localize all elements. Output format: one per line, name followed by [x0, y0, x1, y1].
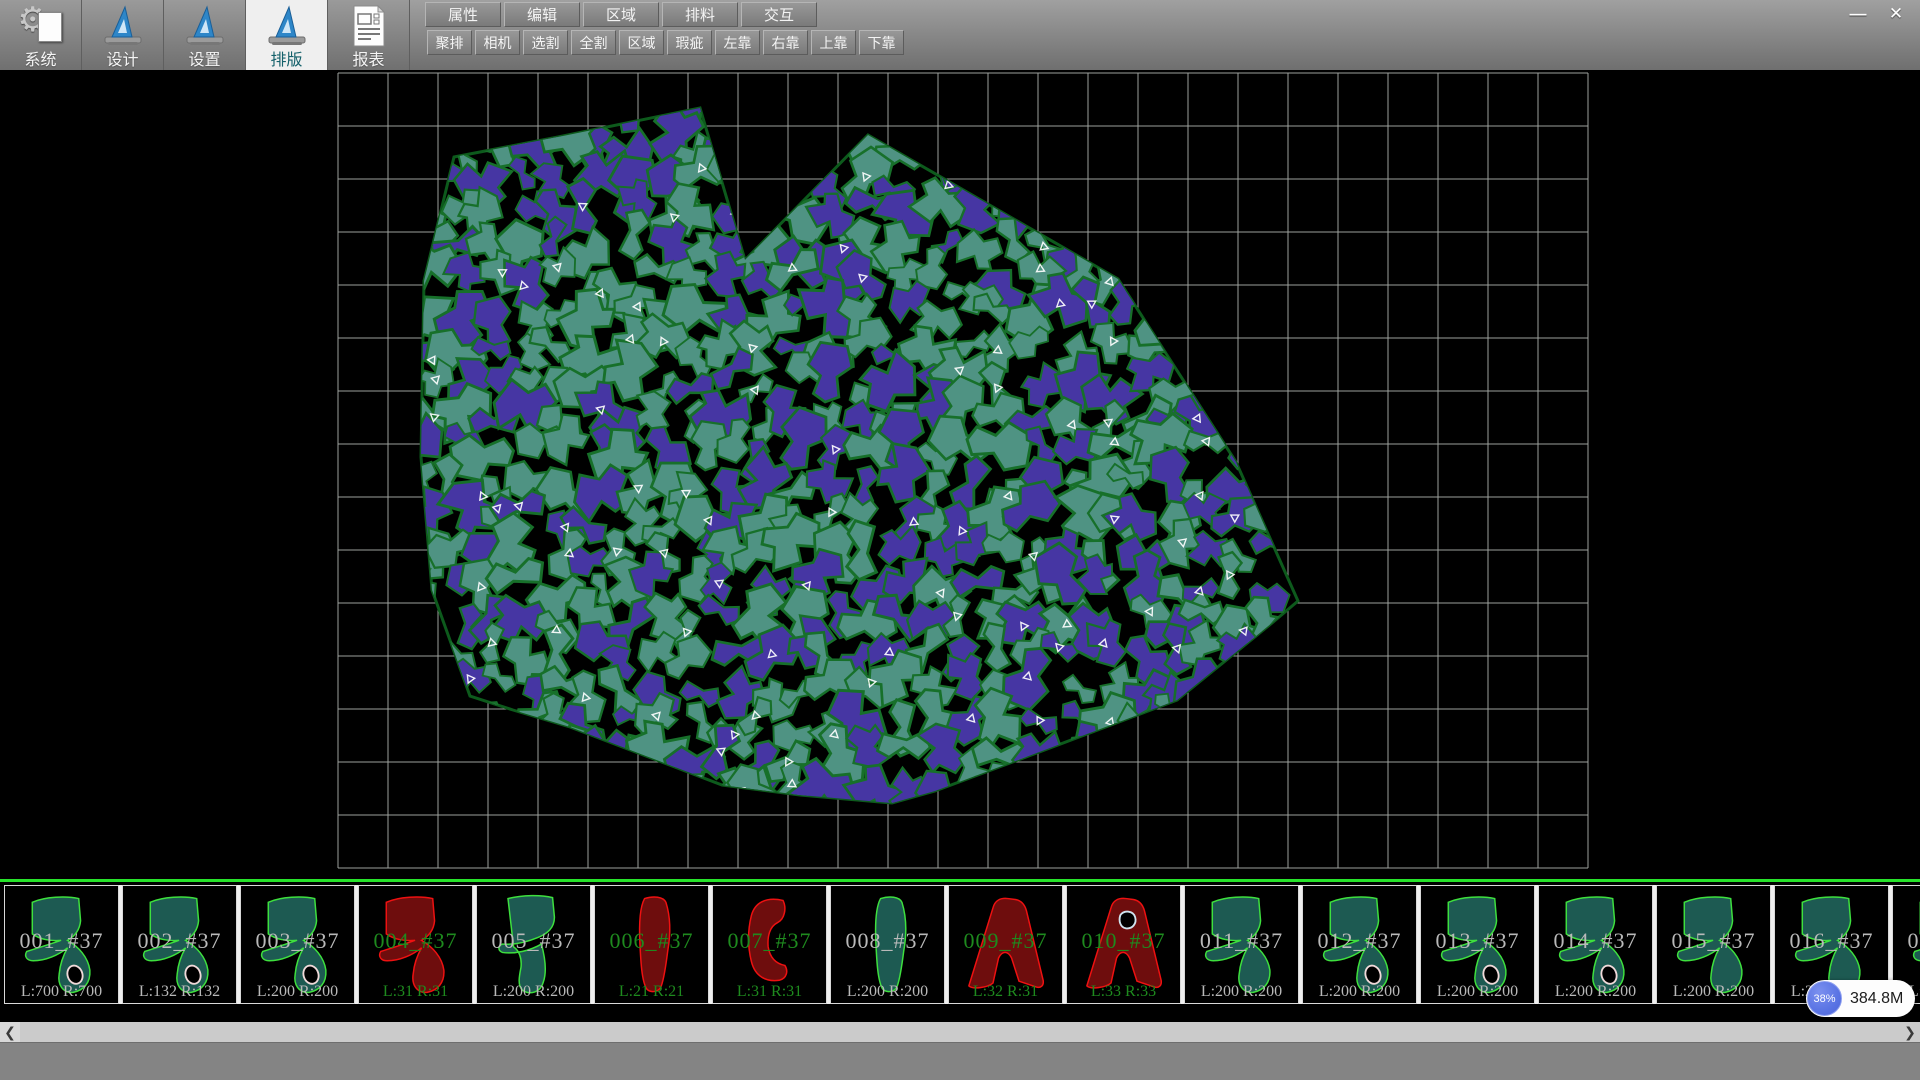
tab-label: 排版: [246, 46, 327, 70]
menu-button-menu_row2-7[interactable]: 右靠: [763, 30, 808, 55]
piece-lr-count: L:33 R:33: [1067, 983, 1180, 1001]
scroll-left-arrow-icon[interactable]: ❮: [0, 1022, 20, 1042]
piece-lr-count: L:200 R:200: [1303, 983, 1416, 1001]
menu-button-menu_row1-3[interactable]: 排料: [662, 2, 738, 27]
menu-button-menu_row1-2[interactable]: 区域: [583, 2, 659, 27]
piece-lr-count: L:700 R:700: [5, 983, 118, 1001]
piece-id-label: 013_#37: [1421, 928, 1534, 954]
piece-tile-012_#37[interactable]: 012_#37 L:200 R:200: [1302, 885, 1417, 1004]
piece-id-label: 003_#37: [241, 928, 354, 954]
piece-lr-count: L:200 R:200: [1421, 983, 1534, 1001]
progress-percent-badge: 38%: [1807, 981, 1842, 1016]
tab-label: 系统: [0, 46, 81, 70]
menu-button-menu_row2-2[interactable]: 选割: [523, 30, 568, 55]
piece-lr-count: L:200 R:200: [241, 983, 354, 1001]
close-button[interactable]: ✕: [1880, 2, 1912, 26]
tab-settings[interactable]: 设置: [164, 0, 246, 70]
piece-tile-row: 001_#37L:700 R:700002_#37L:132 R:132003_…: [0, 885, 1920, 1004]
piece-id-label: 010_#37: [1067, 928, 1180, 954]
nesting-canvas-area[interactable]: [0, 70, 1920, 879]
piece-tile-009_#37[interactable]: 009_#37 L:32 R:31: [948, 885, 1063, 1004]
menu-button-menu_row2-3[interactable]: 全割: [571, 30, 616, 55]
memory-usage-value: 384.8M: [1842, 990, 1915, 1008]
piece-id-label: 017_#37: [1893, 928, 1920, 954]
piece-tile-004_#37[interactable]: 004_#37 L:31 R:31: [358, 885, 473, 1004]
minimize-button[interactable]: —: [1842, 2, 1874, 26]
piece-id-label: 011_#37: [1185, 928, 1298, 954]
tab-label: 设置: [164, 46, 245, 70]
piece-tile-014_#37[interactable]: 014_#37 L:200 R:200: [1538, 885, 1653, 1004]
piece-tile-001_#37[interactable]: 001_#37 L:700 R:700: [4, 885, 119, 1004]
status-bar: [0, 1042, 1920, 1080]
system-gear-notepad-icon: ⚙: [18, 4, 64, 48]
piece-lr-count: L:31 R:31: [359, 983, 472, 1001]
tab-design[interactable]: 设计: [82, 0, 164, 70]
piece-id-label: 014_#37: [1539, 928, 1652, 954]
piece-id-label: 002_#37: [123, 928, 236, 954]
piece-lr-count: L:200 R:200: [1185, 983, 1298, 1001]
piece-lr-count: L:200 R:200: [1657, 983, 1770, 1001]
menu-button-menu_row2-8[interactable]: 上靠: [811, 30, 856, 55]
nesting-canvas[interactable]: [0, 70, 1920, 879]
piece-id-label: 012_#37: [1303, 928, 1416, 954]
header-toolbar: ⚙系统设计设置排版报表 属性编辑区域排料交互 聚排相机选割全割区域瑕疵左靠右靠上…: [0, 0, 1920, 70]
menu-row-secondary: 聚排相机选割全割区域瑕疵左靠右靠上靠下靠: [427, 30, 904, 55]
piece-lr-count: L:31 R:31: [713, 983, 826, 1001]
window-controls: — ✕: [1842, 2, 1912, 26]
piece-thumbnail-strip: 001_#37L:700 R:700002_#37L:132 R:132003_…: [0, 879, 1920, 1008]
piece-id-label: 001_#37: [5, 928, 118, 954]
tab-label: 设计: [82, 46, 163, 70]
menu-button-menu_row2-0[interactable]: 聚排: [427, 30, 472, 55]
piece-lr-count: L:21 R:21: [595, 983, 708, 1001]
horizontal-scrollbar[interactable]: ❮ ❯: [0, 1022, 1920, 1042]
piece-id-label: 008_#37: [831, 928, 944, 954]
menu-button-menu_row2-6[interactable]: 左靠: [715, 30, 760, 55]
piece-lr-count: L:200 R:200: [477, 983, 590, 1001]
piece-id-label: 009_#37: [949, 928, 1062, 954]
menu-button-menu_row2-5[interactable]: 瑕疵: [667, 30, 712, 55]
piece-id-label: 004_#37: [359, 928, 472, 954]
piece-lr-count: L:200 R:200: [831, 983, 944, 1001]
piece-id-label: 016_#37: [1775, 928, 1888, 954]
menu-button-menu_row2-9[interactable]: 下靠: [859, 30, 904, 55]
piece-tile-010_#37[interactable]: 010_#37 L:33 R:33: [1066, 885, 1181, 1004]
piece-tile-006_#37[interactable]: 006_#37 L:21 R:21: [594, 885, 709, 1004]
piece-id-label: 015_#37: [1657, 928, 1770, 954]
piece-id-label: 005_#37: [477, 928, 590, 954]
scroll-right-arrow-icon[interactable]: ❯: [1900, 1022, 1920, 1042]
piece-lr-count: L:132 R:132: [123, 983, 236, 1001]
piece-lr-count: L:32 R:31: [949, 983, 1062, 1001]
menu-button-menu_row2-4[interactable]: 区域: [619, 30, 664, 55]
piece-tile-008_#37[interactable]: 008_#37 L:200 R:200: [830, 885, 945, 1004]
piece-id-label: 006_#37: [595, 928, 708, 954]
menu-button-menu_row1-4[interactable]: 交互: [741, 2, 817, 27]
tab-report[interactable]: 报表: [328, 0, 410, 70]
piece-tile-005_#37[interactable]: 005_#37 L:200 R:200: [476, 885, 591, 1004]
menu-row-primary: 属性编辑区域排料交互: [425, 2, 817, 27]
menu-button-menu_row1-1[interactable]: 编辑: [504, 2, 580, 27]
tab-nesting[interactable]: 排版: [246, 0, 328, 70]
tab-system[interactable]: ⚙系统: [0, 0, 82, 70]
menu-button-menu_row2-1[interactable]: 相机: [475, 30, 520, 55]
nesting-ruler-icon: [264, 4, 310, 48]
memory-status-badge[interactable]: 38% 384.8M: [1806, 980, 1915, 1017]
menu-button-menu_row1-0[interactable]: 属性: [425, 2, 501, 27]
design-ruler-icon: [100, 4, 146, 48]
settings-ruler-icon: [182, 4, 228, 48]
piece-tile-015_#37[interactable]: 015_#37 L:200 R:200: [1656, 885, 1771, 1004]
piece-tile-011_#37[interactable]: 011_#37 L:200 R:200: [1184, 885, 1299, 1004]
tab-label: 报表: [328, 46, 409, 70]
piece-tile-002_#37[interactable]: 002_#37 L:132 R:132: [122, 885, 237, 1004]
report-document-icon: [346, 4, 392, 48]
piece-lr-count: L:200 R:200: [1539, 983, 1652, 1001]
piece-tile-007_#37[interactable]: 007_#37 L:31 R:31: [712, 885, 827, 1004]
piece-tile-003_#37[interactable]: 003_#37 L:200 R:200: [240, 885, 355, 1004]
piece-id-label: 007_#37: [713, 928, 826, 954]
piece-tile-013_#37[interactable]: 013_#37 L:200 R:200: [1420, 885, 1535, 1004]
main-tab-bar: ⚙系统设计设置排版报表: [0, 0, 410, 70]
